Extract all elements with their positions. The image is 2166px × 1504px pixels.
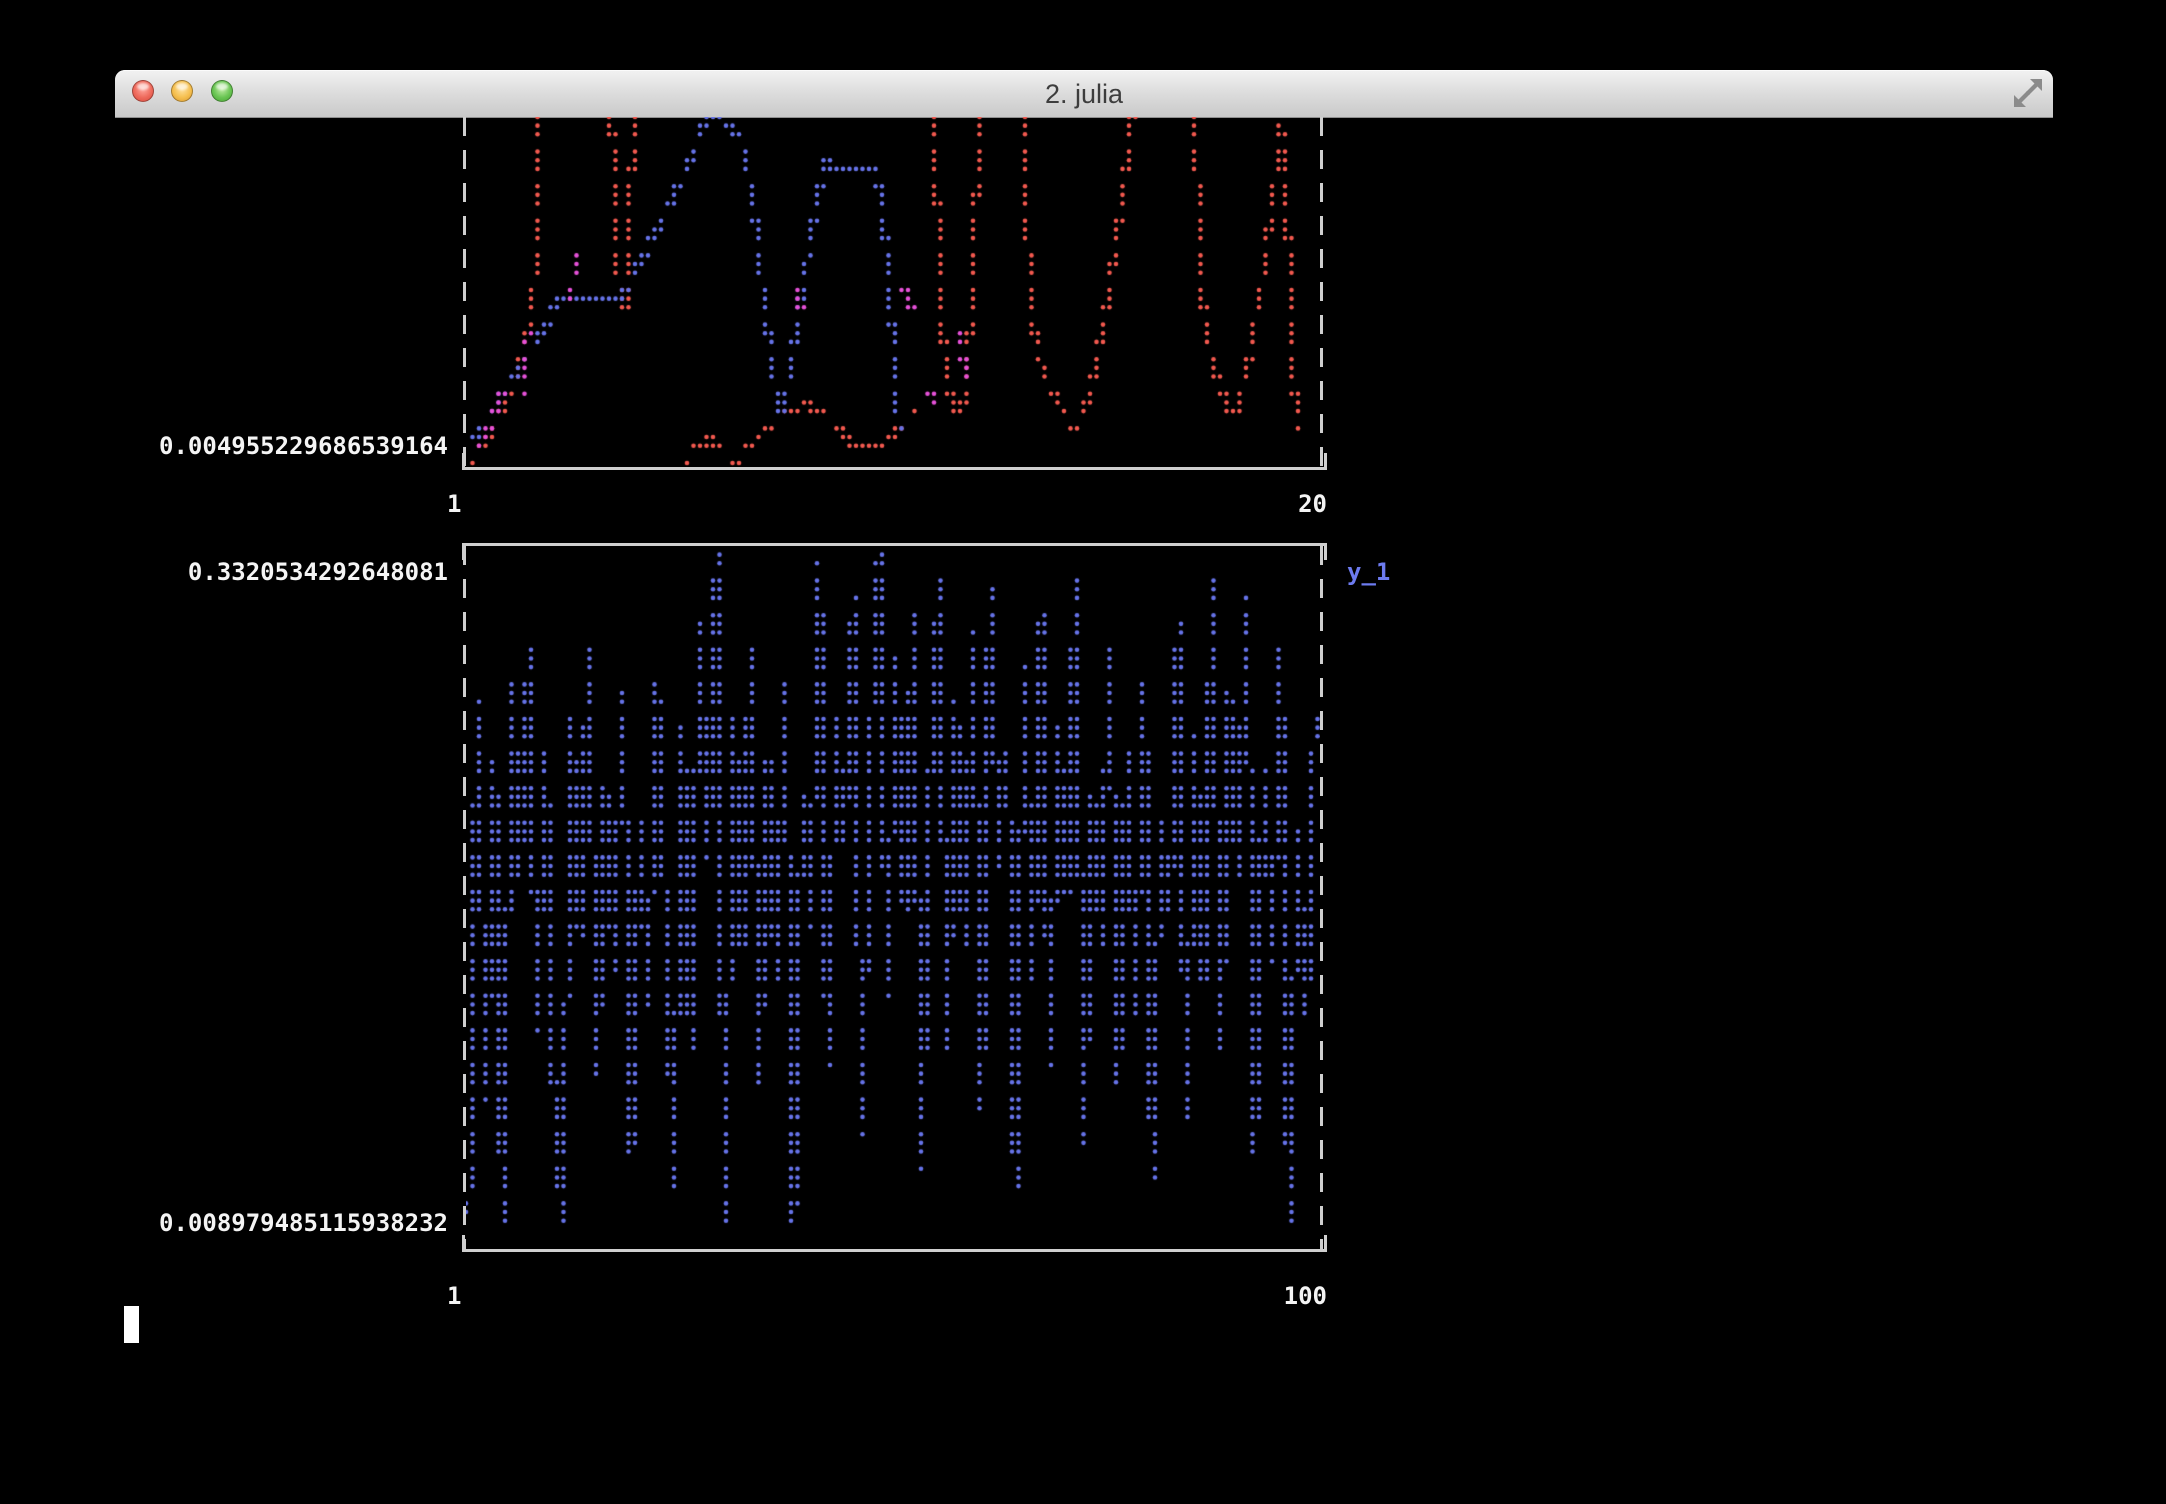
window-title: 2. julia bbox=[115, 79, 2053, 110]
bottom-plot-canvas bbox=[466, 546, 1320, 1249]
bottom-plot-ymin-label: 0.008979485115938232 bbox=[140, 1208, 448, 1239]
bottom-plot-xmin-label: 1 bbox=[447, 1281, 461, 1312]
bottom-plot-ymax-label: 0.3320534292648081 bbox=[140, 557, 448, 588]
top-plot-bottom-border bbox=[462, 467, 1327, 470]
resize-arrows-icon[interactable] bbox=[2012, 77, 2044, 109]
bottom-plot-bottom-border bbox=[462, 1249, 1327, 1252]
bottom-plot-xmax-label: 100 bbox=[1127, 1281, 1327, 1312]
top-plot-canvas bbox=[466, 117, 1320, 467]
top-plot-xmax-label: 20 bbox=[1127, 489, 1327, 520]
bottom-plot-legend: y_1 bbox=[1347, 557, 1390, 588]
top-plot-ymin-label: 0.004955229686539164 bbox=[140, 431, 448, 462]
top-plot-corner-left bbox=[462, 453, 465, 470]
bottom-plot-right-border bbox=[1320, 546, 1323, 1249]
bottom-plot-corner-bl bbox=[462, 1235, 465, 1252]
bottom-plot-corner-br bbox=[1324, 1235, 1327, 1252]
top-plot-corner-right bbox=[1324, 453, 1327, 470]
window-titlebar[interactable]: 2. julia bbox=[115, 70, 2053, 118]
top-plot-xmin-label: 1 bbox=[447, 489, 461, 520]
bottom-plot-corner-tr bbox=[1324, 543, 1327, 560]
terminal-cursor bbox=[124, 1306, 139, 1343]
top-plot-right-border bbox=[1320, 117, 1323, 469]
